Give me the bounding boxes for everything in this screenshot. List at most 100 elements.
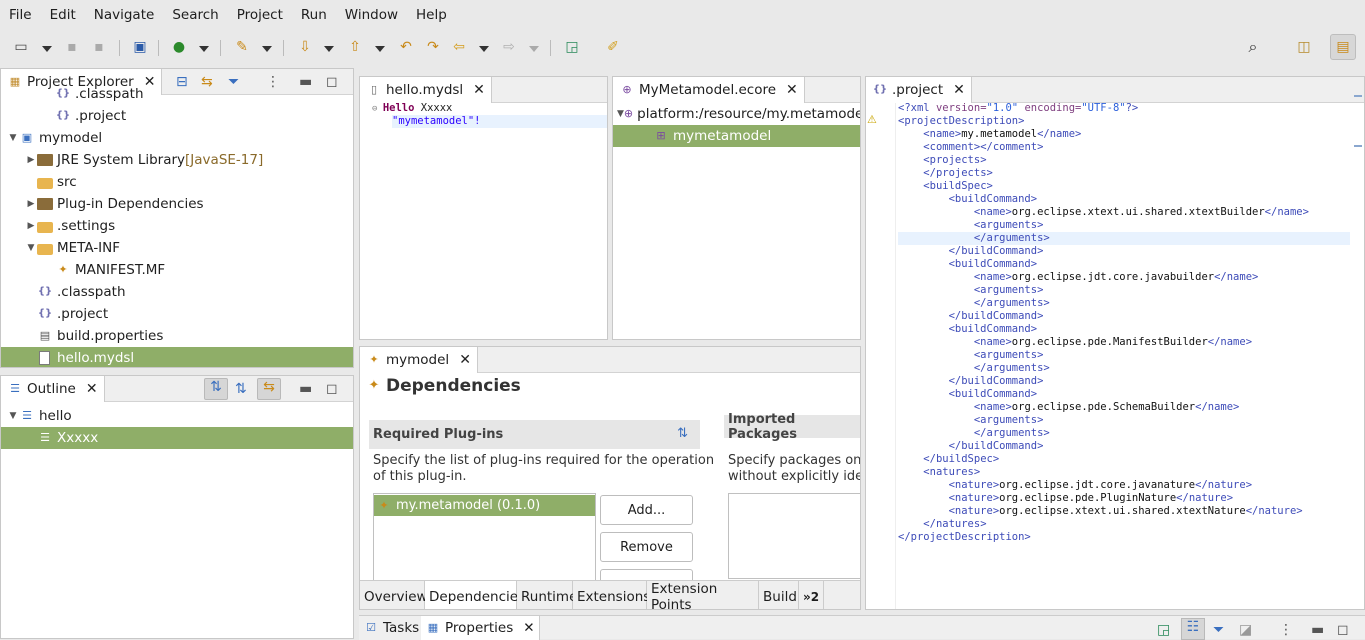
forward-edit-icon[interactable]: ↷ [424,38,442,56]
previous-annotation-dropdown-icon[interactable] [375,46,385,52]
close-icon[interactable]: ✕ [786,82,798,98]
tree-item[interactable]: ▶ JRE System Library [JavaSE-17] [1,149,353,171]
twisty-open-icon[interactable]: ▼ [7,411,19,421]
tree-item[interactable]: ▶ .settings [1,215,353,237]
add-button[interactable]: Add... [600,495,693,525]
page-tab-overview[interactable]: Overview [360,581,428,609]
pin-icon[interactable]: ◲ [1157,622,1170,638]
menu-edit[interactable]: Edit [41,7,85,23]
tree-item[interactable]: ▤ build.properties [1,325,353,347]
menu-navigate[interactable]: Navigate [85,7,164,23]
back-dropdown-icon[interactable] [479,46,489,52]
menu-window[interactable]: Window [336,7,407,23]
tree-item[interactable]: {} .project [1,105,353,127]
twisty-closed-icon[interactable]: ▶ [25,221,37,231]
next-annotation-icon[interactable]: ⇩ [296,38,314,56]
page-tab-extensions[interactable]: Extensions [573,581,650,609]
twisty-open-icon[interactable]: ▼ [7,133,19,143]
mydsl-text-area[interactable]: ⊖ Hello Xxxxx "mymetamodel"! [372,102,607,339]
tree-item[interactable]: ☰ Xxxxx [1,427,353,449]
sort-by-kind-icon[interactable]: ⇅ [235,381,247,397]
close-icon[interactable]: ✕ [459,352,471,368]
tab-tasks[interactable]: ☑ Tasks [359,616,425,640]
java-perspective-icon[interactable]: ▤ [1330,34,1356,60]
close-icon[interactable]: ✕ [523,620,534,636]
tree-item[interactable]: {} .project [1,303,353,325]
console-icon[interactable]: ▣ [131,38,149,56]
menu-file[interactable]: File [0,7,41,23]
menu-run[interactable]: Run [292,7,336,23]
twisty-closed-icon[interactable]: ▶ [25,155,37,165]
new-icon[interactable]: ▭ [12,38,30,56]
close-icon[interactable]: ✕ [953,82,965,98]
tab-project[interactable]: {} .project ✕ [866,77,972,103]
tree-item[interactable]: ▼ ☰ hello [1,405,353,427]
ecore-root-row[interactable]: ▼ ⊕ platform:/resource/my.metamodel/ [613,103,860,125]
maximize-icon[interactable]: ◻ [1337,622,1349,638]
imported-packages-list[interactable] [728,493,860,579]
tree-item[interactable]: src [1,171,353,193]
page-tab-build[interactable]: Build [759,581,799,609]
previous-annotation-icon[interactable]: ⇧ [346,38,364,56]
search-icon[interactable]: ⌕ [1244,38,1262,56]
tree-item[interactable]: ▼ META-INF [1,237,353,259]
sort-alphabetically-icon[interactable]: ⇅ [204,378,228,400]
close-icon[interactable]: ✕ [86,381,98,397]
menu-search[interactable]: Search [163,7,227,23]
menu-project[interactable]: Project [228,7,292,23]
next-annotation-dropdown-icon[interactable] [324,46,334,52]
restore-defaults-icon[interactable]: ◪ [1239,622,1252,638]
save-icon[interactable]: ▪ [63,38,81,56]
tree-item[interactable]: ✦ MANIFEST.MF [1,259,353,281]
save-all-icon[interactable]: ▪ [90,38,108,56]
menu-help[interactable]: Help [407,7,456,23]
tab-hello-mydsl[interactable]: ▯ hello.mydsl ✕ [360,77,492,103]
tab-label: mymodel [386,352,450,368]
pin-editor-icon[interactable]: ✐ [604,38,622,56]
tab-outline[interactable]: ☰ Outline ✕ [1,376,105,402]
last-edit-icon[interactable]: ↶ [397,38,415,56]
filter-icon[interactable]: ⏷ [1213,622,1224,638]
link-with-editor-icon[interactable]: ⇆ [257,378,281,400]
tree-item[interactable]: hello.mydsl [1,347,353,367]
tree-item[interactable]: ▼ ▣ mymodel [1,127,353,149]
tree-item[interactable]: {} .classpath [1,281,353,303]
tab-mymodel[interactable]: ✦ mymodel ✕ [360,347,478,373]
ecore-package-row[interactable]: ⊞ mymetamodel [613,125,860,147]
twisty-open-icon[interactable]: ▼ [617,109,624,119]
tab-properties[interactable]: ▦ Properties ✕ [421,616,540,640]
fold-icon[interactable]: ⊖ [372,104,383,114]
categories-icon[interactable]: ☷ [1181,618,1205,640]
forward-icon[interactable]: ⇨ [500,38,518,56]
back-icon[interactable]: ⇦ [450,38,468,56]
model-icon: ☰ [22,409,32,422]
close-icon[interactable]: ✕ [473,82,485,98]
tree-item[interactable]: ▶ Plug-in Dependencies [1,193,353,215]
maximize-icon[interactable]: ◻ [326,381,338,397]
run-tools-dropdown-icon[interactable] [262,46,272,52]
open-type-icon[interactable]: ◲ [563,38,581,56]
page-tab-runtime[interactable]: Runtime [517,581,577,609]
sort-icon[interactable]: ⇅ [677,426,688,441]
twisty-closed-icon[interactable]: ▶ [25,199,37,209]
tab-mymetamodel-ecore[interactable]: ⊕ MyMetamodel.ecore ✕ [613,77,805,103]
page-tab-dependencies[interactable]: Dependencies [425,581,525,609]
open-perspective-icon[interactable]: ◫ [1295,38,1313,56]
tree-item[interactable]: {} .classpath [1,83,353,105]
more-pages-button[interactable]: »2 [799,581,825,609]
minimize-icon[interactable]: ▬ [299,381,312,397]
info-marker-icon[interactable]: ⚠ [867,113,877,126]
debug-icon[interactable]: ● [170,38,188,56]
debug-dropdown-icon[interactable] [199,46,209,52]
page-tab-extension-points[interactable]: Extension Points [647,581,759,609]
run-tools-icon[interactable]: ✎ [233,38,251,56]
xml-text-area[interactable]: <?xml version="1.0" encoding="UTF-8"?> <p… [898,102,1350,609]
project-explorer-view: ▦ Project Explorer ✕ ⊟ ⇆ ⏷ ⋮ ▬ ◻ {} .clas… [0,68,354,368]
new-dropdown-icon[interactable] [42,46,52,52]
view-menu-icon[interactable]: ⋮ [1279,622,1293,638]
minimize-icon[interactable]: ▬ [1311,622,1324,638]
remove-button[interactable]: Remove [600,532,693,562]
twisty-open-icon[interactable]: ▼ [25,243,37,253]
forward-dropdown-icon[interactable] [529,46,539,52]
list-item[interactable]: ✦ my.metamodel (0.1.0) [374,495,595,516]
